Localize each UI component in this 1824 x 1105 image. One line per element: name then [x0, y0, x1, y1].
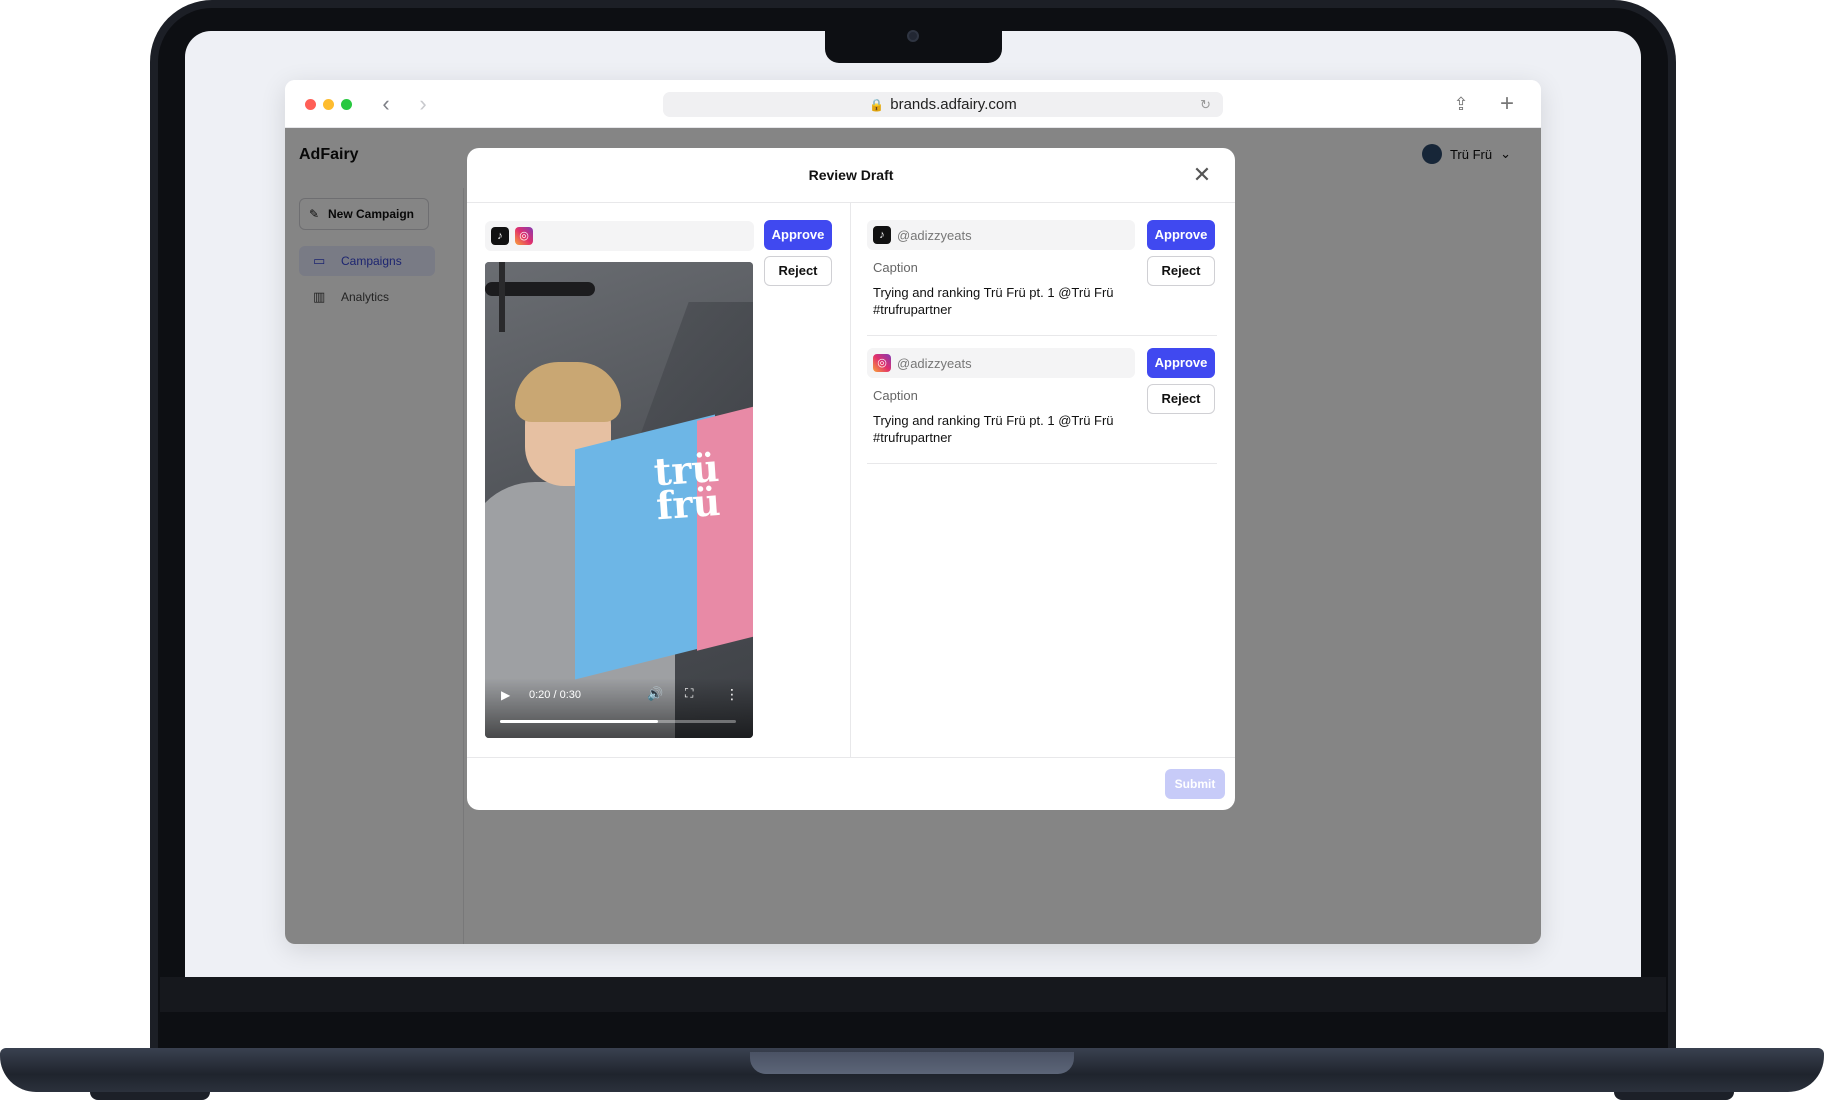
caption-reject-button[interactable]: Reject	[1147, 256, 1215, 286]
browser-window: ‹ › 🔒 brands.adfairy.com ↻ ⇪ + AdFairy Tr…	[285, 80, 1541, 944]
modal-footer: Submit	[467, 757, 1235, 810]
media-platform-bar: ♪ ◎	[485, 221, 754, 251]
product-box-pink	[697, 403, 753, 651]
more-options-icon[interactable]: ⋮	[725, 686, 739, 703]
caption-label: Caption	[873, 260, 918, 275]
video-progress-bar[interactable]	[500, 720, 736, 723]
account-card-instagram: ◎ @adizzyeats Caption Trying and ranking…	[867, 348, 1217, 464]
address-bar[interactable]: 🔒 brands.adfairy.com ↻	[663, 92, 1223, 117]
play-icon[interactable]: ▶	[501, 688, 510, 702]
product-box-logo: trü frü	[652, 444, 722, 529]
caption-approve-button[interactable]: Approve	[1147, 220, 1215, 250]
tiktok-icon: ♪	[873, 226, 891, 244]
account-card-tiktok: ♪ @adizzyeats Caption Trying and ranking…	[867, 220, 1217, 336]
share-icon[interactable]: ⇪	[1450, 93, 1472, 115]
lock-icon: 🔒	[869, 98, 885, 112]
account-handle-bar: ♪ @adizzyeats	[867, 220, 1135, 250]
video-progress-fill	[500, 720, 659, 723]
back-arrow-icon[interactable]: ‹	[375, 92, 397, 116]
forward-arrow-icon[interactable]: ›	[412, 92, 434, 116]
volume-icon[interactable]: 🔊	[647, 686, 663, 702]
caption-text: Trying and ranking Trü Frü pt. 1 @Trü Fr…	[873, 285, 1114, 317]
caption-label: Caption	[873, 388, 918, 403]
laptop-foot-right	[1614, 1092, 1734, 1100]
instagram-icon: ◎	[515, 227, 533, 245]
close-window-button[interactable]	[305, 99, 316, 110]
new-tab-icon[interactable]: +	[1496, 92, 1518, 116]
media-approve-button[interactable]: Approve	[764, 220, 832, 250]
review-draft-modal: Review Draft ✕ ♪ ◎ Approve Reject trü fr…	[467, 148, 1235, 810]
account-handle: @adizzyeats	[897, 228, 972, 243]
minimize-window-button[interactable]	[323, 99, 334, 110]
caption-approve-button[interactable]: Approve	[1147, 348, 1215, 378]
browser-toolbar: ‹ › 🔒 brands.adfairy.com ↻ ⇪ +	[285, 80, 1541, 128]
submit-button[interactable]: Submit	[1165, 769, 1225, 799]
caption-reject-button[interactable]: Reject	[1147, 384, 1215, 414]
video-time: 0:20 / 0:30	[529, 689, 581, 701]
fullscreen-icon[interactable]: ⛶	[685, 686, 693, 701]
account-handle-bar: ◎ @adizzyeats	[867, 348, 1135, 378]
video-player[interactable]: trü frü ▶ 0:20 / 0:30 🔊 ⛶ ⋮	[485, 262, 753, 738]
account-handle: @adizzyeats	[897, 356, 972, 371]
url-text: brands.adfairy.com	[890, 96, 1017, 113]
camera-icon	[907, 30, 919, 42]
reload-icon[interactable]: ↻	[1200, 92, 1211, 117]
modal-title: Review Draft	[808, 167, 894, 183]
tiktok-icon: ♪	[491, 227, 509, 245]
caption-text: Trying and ranking Trü Frü pt. 1 @Trü Fr…	[873, 413, 1114, 445]
close-icon[interactable]: ✕	[1189, 162, 1215, 188]
instagram-icon: ◎	[873, 354, 891, 372]
screen-bottom-bezel	[160, 977, 1666, 1012]
ceiling-fan-stem	[499, 262, 505, 332]
media-reject-button[interactable]: Reject	[764, 256, 832, 286]
laptop-foot-left	[90, 1092, 210, 1100]
video-controls: ▶ 0:20 / 0:30 🔊 ⛶ ⋮	[485, 678, 753, 738]
modal-column-divider	[850, 203, 851, 758]
modal-header: Review Draft ✕	[467, 148, 1235, 203]
laptop-base-lip	[750, 1052, 1074, 1074]
person-hair	[515, 362, 621, 422]
maximize-window-button[interactable]	[341, 99, 352, 110]
app-page: AdFairy Trü Frü ⌄ ✎ New Campaign ▭ Campaig…	[285, 128, 1541, 944]
